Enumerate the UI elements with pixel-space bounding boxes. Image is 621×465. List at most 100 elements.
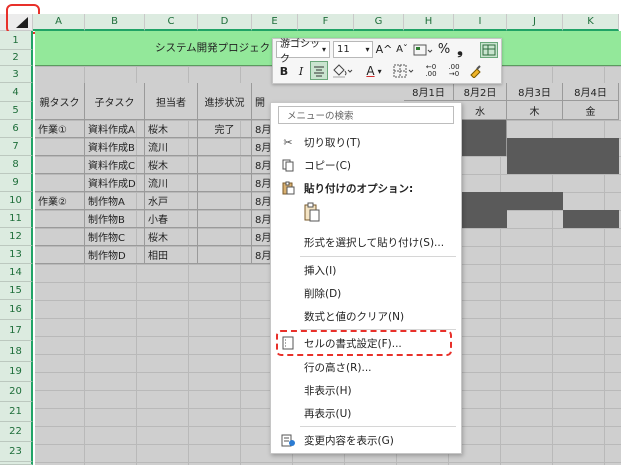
menu-item-clear-contents[interactable]: 数式と値のクリア(N) bbox=[272, 304, 460, 328]
row-header[interactable]: 18 bbox=[0, 341, 33, 362]
italic-button[interactable]: I bbox=[294, 62, 308, 80]
child-task-cell[interactable]: 制作物C bbox=[85, 228, 145, 246]
menu-item-unhide[interactable]: 再表示(U) bbox=[272, 401, 460, 425]
increase-decimal-icon[interactable]: ←0 .00 bbox=[420, 62, 442, 80]
menu-item-copy[interactable]: コピー(C) bbox=[272, 153, 460, 177]
parent-task-cell[interactable] bbox=[35, 156, 85, 174]
child-task-cell[interactable]: 資料作成A bbox=[85, 120, 145, 138]
assignee-cell[interactable]: 桜木 bbox=[145, 156, 198, 174]
decrease-decimal-icon[interactable]: .00 →0 bbox=[443, 62, 465, 80]
child-task-cell[interactable]: 資料作成C bbox=[85, 156, 145, 174]
font-size-chevron-down-icon[interactable]: ▾ bbox=[362, 41, 373, 58]
date-header[interactable]: 8月3日 bbox=[507, 83, 563, 101]
align-center-icon[interactable] bbox=[310, 61, 328, 80]
start-cell[interactable]: 8月 bbox=[252, 210, 272, 228]
row-header[interactable]: 6 bbox=[0, 120, 33, 138]
assignee-cell[interactable]: 流川 bbox=[145, 138, 198, 156]
menu-item-show-changes[interactable]: 変更内容を表示(G) bbox=[272, 428, 460, 452]
parent-task-cell[interactable] bbox=[35, 246, 85, 264]
clear-format-brush-icon[interactable] bbox=[467, 62, 483, 80]
menu-item-cut[interactable]: ✂ 切り取り(T) bbox=[272, 130, 460, 154]
number-format-icon[interactable] bbox=[412, 41, 434, 58]
row-header[interactable]: 21 bbox=[0, 402, 33, 422]
assignee-cell[interactable]: 桜木 bbox=[145, 120, 198, 138]
row-header[interactable]: 9 bbox=[0, 174, 33, 192]
column-header-d[interactable]: D bbox=[198, 14, 252, 31]
row-header[interactable]: 22 bbox=[0, 422, 33, 442]
menu-item-row-height[interactable]: 行の高さ(R)... bbox=[272, 355, 460, 379]
start-cell[interactable]: 8月 bbox=[252, 246, 272, 264]
weekday-header[interactable]: 木 bbox=[507, 101, 563, 120]
column-header-e[interactable]: E bbox=[252, 14, 298, 31]
start-cell[interactable]: 8月 bbox=[252, 156, 272, 174]
row-header[interactable]: 12 bbox=[0, 228, 33, 246]
assignee-cell[interactable]: 流川 bbox=[145, 174, 198, 192]
start-cell[interactable]: 8月 bbox=[252, 192, 272, 210]
bold-button[interactable]: B bbox=[276, 62, 292, 80]
gantt-bar[interactable] bbox=[454, 192, 563, 210]
assignee-cell[interactable]: 桜木 bbox=[145, 228, 198, 246]
row-header[interactable]: 13 bbox=[0, 246, 33, 264]
header-status[interactable]: 進捗状況 bbox=[198, 83, 252, 120]
status-cell[interactable] bbox=[198, 174, 252, 192]
column-header-h[interactable]: H bbox=[404, 14, 454, 31]
parent-task-cell[interactable] bbox=[35, 138, 85, 156]
parent-task-cell[interactable] bbox=[35, 228, 85, 246]
status-cell[interactable] bbox=[198, 138, 252, 156]
start-cell[interactable]: 8月 bbox=[252, 138, 272, 156]
status-cell[interactable] bbox=[198, 210, 252, 228]
row-header[interactable]: 5 bbox=[0, 102, 33, 120]
row-header[interactable]: 1 bbox=[0, 31, 33, 50]
menu-search-box[interactable]: メニューの検索 bbox=[278, 106, 454, 124]
gantt-bar[interactable] bbox=[507, 156, 619, 174]
row-header[interactable]: 10 bbox=[0, 192, 33, 210]
paste-clipboard-icon[interactable] bbox=[300, 200, 324, 224]
header-start[interactable]: 開 bbox=[252, 83, 272, 120]
percent-style-icon[interactable]: % bbox=[436, 41, 452, 58]
start-cell[interactable]: 8月 bbox=[252, 174, 272, 192]
row-header[interactable]: 23 bbox=[0, 442, 33, 462]
column-header-f[interactable]: F bbox=[298, 14, 354, 31]
row-header[interactable]: 4 bbox=[0, 83, 33, 102]
row-header[interactable]: 11 bbox=[0, 210, 33, 228]
borders-icon[interactable] bbox=[392, 62, 416, 80]
status-cell[interactable] bbox=[198, 246, 252, 264]
format-painter-icon[interactable] bbox=[480, 42, 498, 58]
grow-font-icon[interactable]: A^ bbox=[376, 41, 393, 58]
menu-item-delete[interactable]: 削除(D) bbox=[272, 281, 460, 305]
child-task-cell[interactable]: 資料作成B bbox=[85, 138, 145, 156]
assignee-cell[interactable]: 水戸 bbox=[145, 192, 198, 210]
column-header-c[interactable]: C bbox=[145, 14, 198, 31]
start-cell[interactable]: 8月 bbox=[252, 228, 272, 246]
font-name-chevron-down-icon[interactable]: ▾ bbox=[318, 41, 330, 58]
parent-task-cell[interactable] bbox=[35, 174, 85, 192]
child-task-cell[interactable]: 制作物D bbox=[85, 246, 145, 264]
gantt-bar[interactable] bbox=[563, 210, 619, 228]
parent-task-cell[interactable]: 作業② bbox=[35, 192, 85, 210]
assignee-cell[interactable]: 小春 bbox=[145, 210, 198, 228]
child-task-cell[interactable]: 制作物A bbox=[85, 192, 145, 210]
status-cell[interactable] bbox=[198, 156, 252, 174]
row-header[interactable]: 14 bbox=[0, 264, 33, 282]
comma-style-icon[interactable]: ❟ bbox=[453, 41, 467, 58]
row-header[interactable]: 8 bbox=[0, 156, 33, 174]
row-header[interactable]: 7 bbox=[0, 138, 33, 156]
font-color-icon[interactable]: A ▾ bbox=[362, 62, 386, 80]
status-cell[interactable] bbox=[198, 192, 252, 210]
header-parent-task[interactable]: 親タスク bbox=[35, 83, 85, 120]
column-header-k[interactable]: K bbox=[563, 14, 619, 31]
row-header[interactable]: 16 bbox=[0, 300, 33, 320]
shrink-font-icon[interactable]: Aˇ bbox=[394, 41, 410, 58]
parent-task-cell[interactable] bbox=[35, 210, 85, 228]
date-header[interactable]: 8月2日 bbox=[454, 83, 507, 101]
row-header[interactable]: 19 bbox=[0, 362, 33, 382]
start-cell[interactable]: 8月 bbox=[252, 120, 272, 138]
date-header[interactable]: 8月1日 bbox=[404, 83, 454, 101]
column-header-i[interactable]: I bbox=[454, 14, 507, 31]
row-header[interactable]: 15 bbox=[0, 282, 33, 300]
column-header-j[interactable]: J bbox=[507, 14, 563, 31]
row-header[interactable]: 2 bbox=[0, 50, 33, 66]
column-header-g[interactable]: G bbox=[354, 14, 404, 31]
parent-task-cell[interactable]: 作業① bbox=[35, 120, 85, 138]
weekday-header[interactable]: 金 bbox=[563, 101, 619, 120]
